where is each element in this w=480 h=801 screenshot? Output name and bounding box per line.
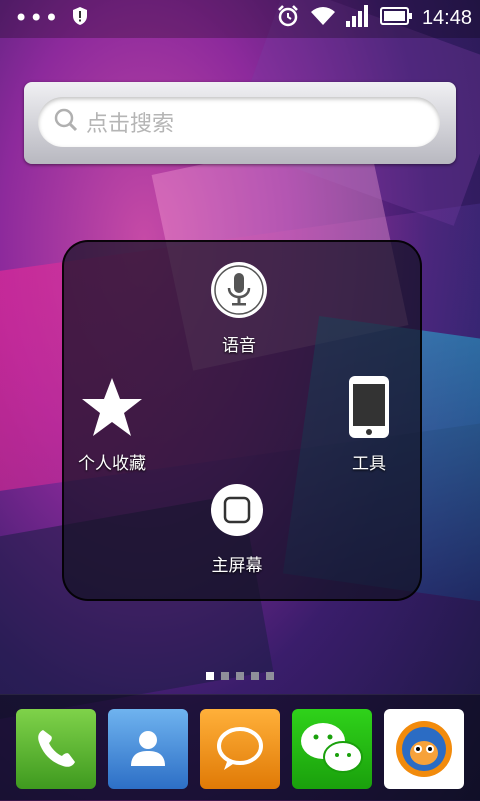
wifi-icon (310, 5, 336, 31)
menu-item-label: 主屏幕 (211, 556, 263, 576)
menu-item-tools[interactable]: 工具 (347, 374, 391, 474)
alarm-icon (276, 4, 300, 32)
menu-item-label: 语音 (222, 336, 256, 356)
shield-icon (71, 6, 89, 30)
star-icon (80, 376, 144, 443)
home-button-icon (209, 482, 265, 543)
status-time: 14:48 (421, 6, 472, 29)
phone-app-icon[interactable] (16, 709, 96, 789)
page-dot (221, 672, 229, 680)
search-widget: 点击搜索 (24, 82, 456, 164)
phone-device-icon (347, 374, 391, 445)
messages-app-icon[interactable] (200, 709, 280, 789)
menu-item-home-screen[interactable]: 主屏幕 (209, 482, 265, 576)
menu-item-label: 工具 (352, 454, 386, 474)
app-dock (0, 694, 480, 801)
menu-item-voice[interactable]: 语音 (209, 260, 269, 356)
menu-item-label: 个人收藏 (78, 454, 146, 474)
status-bar: ••• 14:48 (0, 0, 480, 38)
search-placeholder: 点击搜索 (86, 112, 175, 137)
wechat-app-icon[interactable] (292, 709, 372, 789)
microphone-icon (209, 260, 269, 325)
signal-icon (345, 5, 370, 31)
search-input[interactable]: 点击搜索 (38, 97, 440, 147)
menu-item-favorites[interactable]: 个人收藏 (78, 376, 146, 474)
contacts-app-icon[interactable] (108, 709, 188, 789)
page-dot (251, 672, 259, 680)
page-dot (266, 672, 274, 680)
page-indicator (206, 672, 274, 680)
page-dot (206, 672, 214, 680)
battery-icon (379, 7, 412, 29)
uc-browser-app-icon[interactable] (384, 709, 464, 789)
more-dots-icon: ••• (14, 4, 60, 32)
search-icon (54, 108, 78, 136)
page-dot (236, 672, 244, 680)
assistive-touch-menu: 语音 个人收藏 工具 主屏幕 (62, 240, 422, 601)
